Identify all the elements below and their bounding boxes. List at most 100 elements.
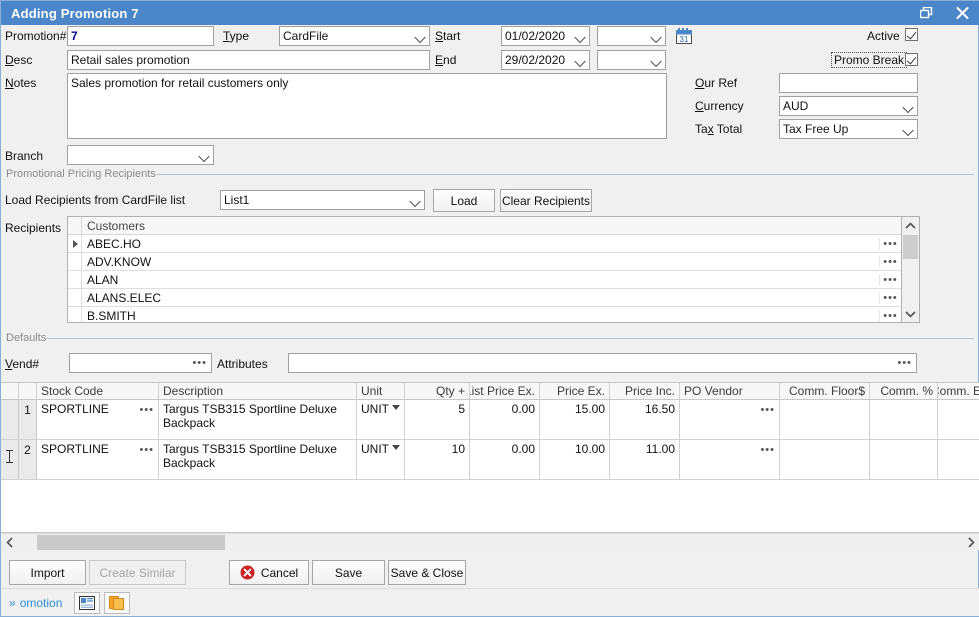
column-header-unit[interactable]: Unit bbox=[357, 383, 405, 399]
cell-qty[interactable]: 5 bbox=[405, 400, 470, 439]
end-time-select[interactable] bbox=[597, 50, 666, 70]
desc-input[interactable]: Retail sales promotion bbox=[67, 50, 430, 70]
recipient-row[interactable]: ABEC.HO••• bbox=[68, 235, 901, 253]
cell-po_vendor[interactable]: ••• bbox=[680, 400, 780, 439]
cell-unit[interactable]: UNIT bbox=[357, 440, 405, 479]
column-header-description[interactable]: Description bbox=[159, 383, 357, 399]
cell-list_price_ex[interactable]: 0.00 bbox=[470, 400, 540, 439]
ellipsis-icon[interactable]: ••• bbox=[760, 443, 775, 457]
cell-comm_floor[interactable] bbox=[780, 440, 870, 479]
column-header-stock_code[interactable]: Stock Code bbox=[37, 383, 159, 399]
calendar-icon[interactable]: 31 bbox=[674, 26, 694, 46]
load-button[interactable]: Load bbox=[433, 189, 495, 212]
import-button[interactable]: Import bbox=[9, 560, 86, 585]
clear-recipients-button[interactable]: Clear Recipients bbox=[500, 189, 592, 212]
cell-qty[interactable]: 10 bbox=[405, 440, 470, 479]
notes-textarea[interactable] bbox=[67, 73, 667, 139]
cell-price_ex[interactable]: 15.00 bbox=[540, 400, 610, 439]
column-header-list_price_ex[interactable]: List Price Ex. bbox=[470, 383, 540, 399]
start-date-select[interactable]: 01/02/2020 bbox=[501, 26, 590, 46]
copy-documents-icon[interactable] bbox=[104, 592, 130, 614]
cell-comm_extra[interactable] bbox=[938, 400, 979, 439]
column-header-price_inc[interactable]: Price Inc. bbox=[610, 383, 680, 399]
chevron-down-icon[interactable] bbox=[392, 405, 400, 410]
scroll-down-icon[interactable] bbox=[902, 305, 918, 322]
cell-comm_floor[interactable] bbox=[780, 400, 870, 439]
scroll-right-icon[interactable] bbox=[962, 534, 979, 551]
cell-stock_code[interactable]: SPORTLINE••• bbox=[37, 440, 159, 479]
save-button[interactable]: Save bbox=[312, 560, 385, 585]
ellipsis-icon[interactable]: ••• bbox=[879, 310, 901, 322]
table-row[interactable]: 1SPORTLINE•••Targus TSB315 Sportline Del… bbox=[1, 400, 979, 440]
column-header-comm_floor[interactable]: Comm. Floor$ bbox=[780, 383, 870, 399]
ellipsis-icon[interactable]: ••• bbox=[879, 274, 901, 286]
ellipsis-icon[interactable]: ••• bbox=[879, 238, 901, 250]
start-label: Start bbox=[435, 29, 460, 43]
our-ref-input[interactable] bbox=[779, 73, 918, 93]
column-header-comm_pct[interactable]: Comm. % bbox=[870, 383, 938, 399]
cell-list_price_ex[interactable]: 0.00 bbox=[470, 440, 540, 479]
ellipsis-icon[interactable]: ••• bbox=[897, 359, 912, 367]
recipients-scroll-thumb[interactable] bbox=[903, 235, 918, 259]
cell-po_vendor[interactable]: ••• bbox=[680, 440, 780, 479]
column-header-price_ex[interactable]: Price Ex. bbox=[540, 383, 610, 399]
ellipsis-icon[interactable]: ••• bbox=[192, 359, 207, 367]
column-header-marker[interactable] bbox=[1, 383, 19, 399]
end-date-select[interactable]: 29/02/2020 bbox=[501, 50, 590, 70]
cardfile-list-select[interactable]: List1 bbox=[220, 190, 425, 210]
cancel-button[interactable]: Cancel bbox=[229, 560, 309, 585]
column-header-rownum[interactable] bbox=[19, 383, 37, 399]
column-header-comm_extra[interactable]: Comm. Extra bbox=[938, 383, 979, 399]
scroll-up-icon[interactable] bbox=[902, 217, 919, 234]
horizontal-scroll-thumb[interactable] bbox=[37, 535, 225, 550]
status-tab-promotion[interactable]: » omotion bbox=[1, 589, 70, 616]
promo-break-checkbox[interactable] bbox=[905, 53, 918, 66]
ellipsis-icon[interactable]: ••• bbox=[760, 403, 775, 417]
recipient-row[interactable]: B.SMITH••• bbox=[68, 307, 901, 323]
chevron-down-icon bbox=[410, 195, 421, 206]
vend-number-input[interactable]: ••• bbox=[69, 353, 212, 373]
currency-select[interactable]: AUD bbox=[779, 96, 918, 116]
ellipsis-icon[interactable]: ••• bbox=[139, 403, 154, 417]
table-row[interactable]: 2SPORTLINE•••Targus TSB315 Sportline Del… bbox=[1, 440, 979, 480]
cancel-icon bbox=[240, 565, 255, 580]
horizontal-scroll-track[interactable] bbox=[19, 534, 962, 551]
attributes-input[interactable]: ••• bbox=[288, 353, 917, 373]
cell-comm_extra[interactable] bbox=[938, 440, 979, 479]
branch-select[interactable] bbox=[67, 145, 214, 165]
recipient-row[interactable]: ADV.KNOW••• bbox=[68, 253, 901, 271]
tax-total-select[interactable]: Tax Free Up bbox=[779, 119, 918, 139]
column-header-qty[interactable]: Qty + bbox=[405, 383, 470, 399]
form-view-icon[interactable] bbox=[74, 592, 100, 614]
chevron-down-icon[interactable] bbox=[392, 445, 400, 450]
active-checkbox[interactable] bbox=[905, 28, 918, 41]
promotion-number-input[interactable]: 7 bbox=[67, 26, 214, 46]
cell-description[interactable]: Targus TSB315 Sportline Deluxe Backpack bbox=[159, 440, 357, 479]
cell-comm_pct[interactable] bbox=[870, 440, 938, 479]
create-similar-button[interactable]: Create Similar bbox=[89, 560, 186, 585]
cell-unit[interactable]: UNIT bbox=[357, 400, 405, 439]
ellipsis-icon[interactable]: ••• bbox=[139, 443, 154, 457]
cell-stock_code[interactable]: SPORTLINE••• bbox=[37, 400, 159, 439]
save-and-close-button[interactable]: Save & Close bbox=[388, 560, 466, 585]
cell-comm_pct[interactable] bbox=[870, 400, 938, 439]
type-select[interactable]: CardFile bbox=[279, 26, 430, 46]
recipients-group-title: Promotional Pricing Recipients bbox=[6, 168, 160, 180]
close-window-icon[interactable] bbox=[944, 1, 979, 25]
ellipsis-icon[interactable]: ••• bbox=[879, 292, 901, 304]
recipient-row[interactable]: ALANS.ELEC••• bbox=[68, 289, 901, 307]
cell-description[interactable]: Targus TSB315 Sportline Deluxe Backpack bbox=[159, 400, 357, 439]
recipient-row[interactable]: ALAN••• bbox=[68, 271, 901, 289]
cell-price_inc[interactable]: 16.50 bbox=[610, 400, 680, 439]
column-header-po_vendor[interactable]: PO Vendor bbox=[680, 383, 780, 399]
cell-price_ex[interactable]: 10.00 bbox=[540, 440, 610, 479]
ellipsis-icon[interactable]: ••• bbox=[879, 256, 901, 268]
cell-price_inc[interactable]: 11.00 bbox=[610, 440, 680, 479]
load-recipients-label: Load Recipients from CardFile list bbox=[5, 193, 185, 207]
restore-window-icon[interactable] bbox=[908, 1, 944, 25]
items-horizontal-scrollbar[interactable] bbox=[1, 533, 979, 550]
double-chevron-right-icon: » bbox=[9, 596, 16, 610]
scroll-left-icon[interactable] bbox=[1, 534, 19, 551]
start-time-select[interactable] bbox=[597, 26, 666, 46]
recipients-vertical-scrollbar[interactable] bbox=[902, 216, 920, 323]
